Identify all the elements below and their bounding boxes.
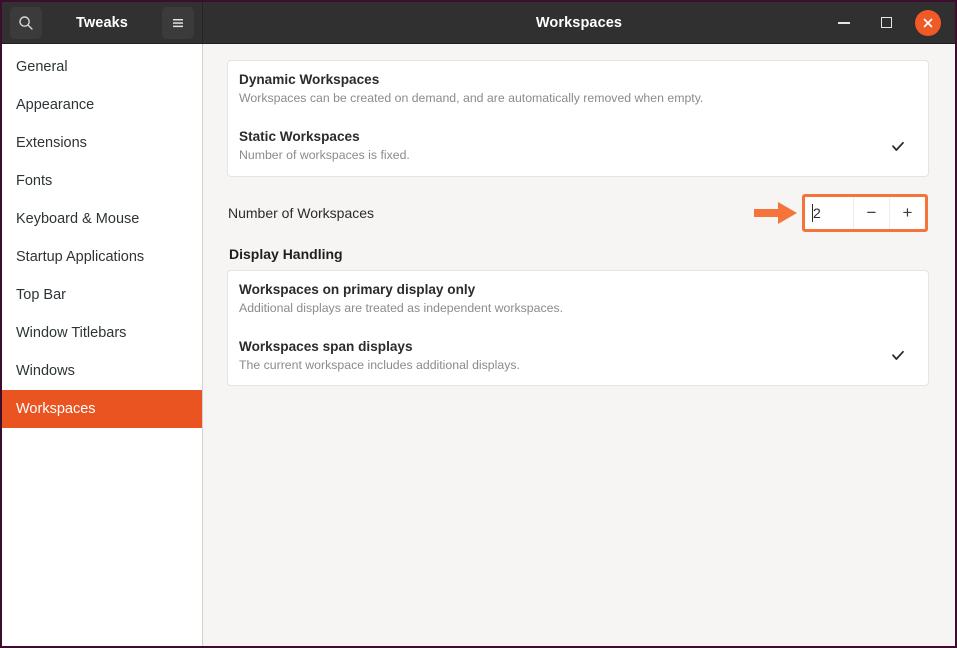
number-of-workspaces-label: Number of Workspaces — [228, 204, 375, 221]
row-texts: Static Workspaces Number of workspaces i… — [239, 129, 887, 163]
app-title: Tweaks — [76, 14, 128, 31]
option-subtitle: The current workspace includes additiona… — [239, 358, 520, 373]
option-subtitle: Additional displays are treated as indep… — [239, 300, 564, 315]
sidebar-item-label: Extensions — [16, 135, 87, 151]
sidebar-item-label: Windows — [16, 363, 75, 379]
row-texts: Workspaces on primary display only Addit… — [239, 282, 887, 316]
number-of-workspaces-row: Number of Workspaces 2 − + — [227, 190, 929, 236]
sidebar-item-label: Appearance — [16, 97, 95, 113]
sidebar-item-windows[interactable]: Windows — [2, 352, 202, 390]
sidebar-item-startup-applications[interactable]: Startup Applications — [2, 238, 202, 276]
search-icon — [19, 15, 33, 30]
close-button[interactable] — [915, 9, 941, 36]
titlebar: Tweaks Workspaces — [2, 2, 955, 44]
option-title: Workspaces on primary display only — [239, 281, 476, 297]
option-subtitle: Number of workspaces is fixed. — [239, 148, 410, 163]
sidebar-item-top-bar[interactable]: Top Bar — [2, 276, 202, 314]
workspace-mode-card: Dynamic Workspaces Workspaces can be cre… — [227, 60, 929, 177]
window-controls — [831, 9, 955, 36]
option-title: Static Workspaces — [239, 129, 360, 145]
sidebar-item-workspaces[interactable]: Workspaces — [2, 390, 202, 428]
row-texts: Workspaces span displays The current wor… — [239, 339, 887, 373]
main-menu-button[interactable] — [162, 6, 194, 39]
option-title: Workspaces span displays — [239, 339, 413, 355]
checkmark-icon — [887, 136, 909, 158]
sidebar: General Appearance Extensions Fonts Keyb… — [2, 44, 203, 646]
sidebar-item-appearance[interactable]: Appearance — [2, 86, 202, 124]
tweaks-window: Tweaks Workspaces General Appearance Ext… — [0, 0, 957, 648]
maximize-icon — [880, 17, 892, 28]
option-row-primary-display-only[interactable]: Workspaces on primary display only Addit… — [228, 271, 928, 328]
minimize-button[interactable] — [831, 10, 857, 36]
number-of-workspaces-value: 2 — [813, 204, 821, 221]
sidebar-item-label: Fonts — [16, 173, 53, 189]
sidebar-item-keyboard-and-mouse[interactable]: Keyboard & Mouse — [2, 200, 202, 238]
titlebar-left-section: Tweaks — [2, 2, 203, 43]
text-caret — [812, 203, 813, 222]
number-of-workspaces-spinbutton[interactable]: 2 − + — [802, 193, 928, 232]
display-handling-heading: Display Handling — [229, 245, 343, 262]
display-handling-card: Workspaces on primary display only Addit… — [227, 269, 929, 387]
option-row-span-displays[interactable]: Workspaces span displays The current wor… — [228, 328, 928, 385]
sidebar-item-label: Workspaces — [16, 401, 96, 417]
option-row-static-workspaces[interactable]: Static Workspaces Number of workspaces i… — [228, 118, 928, 175]
sidebar-item-label: General — [16, 59, 68, 75]
increment-button[interactable]: + — [889, 196, 925, 229]
sidebar-item-label: Startup Applications — [16, 249, 145, 265]
sidebar-item-label: Window Titlebars — [16, 325, 127, 341]
sidebar-item-general[interactable]: General — [2, 48, 202, 86]
spinbutton-inner: 2 − + — [805, 196, 925, 229]
sidebar-item-label: Keyboard & Mouse — [16, 211, 140, 227]
right-arrow-annotation-icon — [754, 201, 797, 224]
window-body: General Appearance Extensions Fonts Keyb… — [2, 44, 955, 646]
sidebar-item-window-titlebars[interactable]: Window Titlebars — [2, 314, 202, 352]
sidebar-item-extensions[interactable]: Extensions — [2, 124, 202, 162]
minimize-icon — [838, 21, 850, 24]
main-content: Dynamic Workspaces Workspaces can be cre… — [203, 44, 955, 646]
checkmark-icon — [887, 345, 909, 367]
row-texts: Dynamic Workspaces Workspaces can be cre… — [239, 72, 887, 106]
option-row-dynamic-workspaces[interactable]: Dynamic Workspaces Workspaces can be cre… — [228, 61, 928, 118]
option-subtitle: Workspaces can be created on demand, and… — [239, 90, 704, 105]
search-button[interactable] — [10, 6, 42, 39]
number-of-workspaces-input[interactable]: 2 — [805, 196, 853, 229]
titlebar-right-section: Workspaces — [203, 2, 955, 43]
decrement-button[interactable]: − — [853, 196, 889, 229]
option-title: Dynamic Workspaces — [239, 72, 380, 87]
hamburger-menu-icon — [173, 18, 183, 27]
maximize-button[interactable] — [873, 10, 899, 36]
sidebar-item-fonts[interactable]: Fonts — [2, 162, 202, 200]
sidebar-item-label: Top Bar — [16, 287, 66, 303]
number-of-workspaces-control: 2 − + — [754, 193, 928, 232]
close-icon — [923, 18, 933, 27]
